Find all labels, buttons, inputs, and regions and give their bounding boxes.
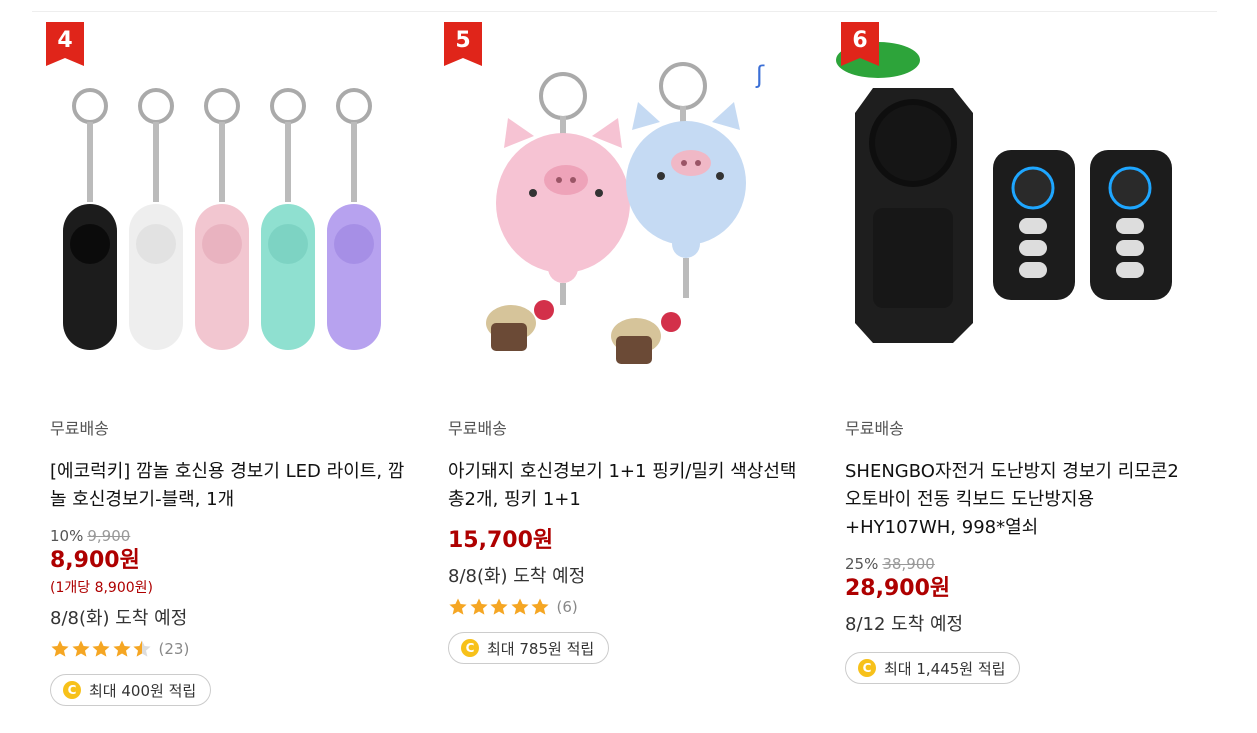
star-icon bbox=[71, 640, 90, 657]
coin-icon: C bbox=[858, 659, 876, 677]
product-image[interactable] bbox=[38, 18, 408, 388]
reward-text: 최대 785원 적립 bbox=[487, 639, 595, 658]
reward-text: 최대 1,445원 적립 bbox=[884, 659, 1006, 678]
rank-badge: 5 bbox=[444, 22, 482, 66]
star-icon bbox=[490, 598, 508, 615]
reward-badge: C 최대 400원 적립 bbox=[50, 674, 212, 706]
coin-icon: C bbox=[461, 639, 479, 657]
discount-rate: 10% bbox=[50, 527, 84, 545]
section-divider bbox=[32, 11, 1217, 12]
star-icon bbox=[510, 598, 529, 615]
product-title[interactable]: SHENGBO자전거 도난방지 경보기 리모콘2 오토바이 전동 킥보드 도난방… bbox=[845, 458, 1201, 542]
star-icon bbox=[133, 640, 151, 657]
original-price: 9,900 bbox=[87, 527, 131, 545]
product-info: 무료배송 [에코럭키] 깜놀 호신용 경보기 LED 라이트, 깜놀 호신경보기… bbox=[50, 418, 406, 706]
arrival-date: 8/8(화) 도착 예정 bbox=[448, 566, 586, 587]
product-card[interactable]: 5 ʃ 무료배송 아기돼지 호신경보기 1+1 핑키/밀키 색상선택 총2개, … bbox=[436, 18, 806, 733]
free-shipping-label: 무료배송 bbox=[448, 419, 507, 438]
product-info: 무료배송 SHENGBO자전거 도난방지 경보기 리모콘2 오토바이 전동 킥보… bbox=[845, 418, 1201, 684]
original-price-row: 25% 38,900 bbox=[845, 554, 1201, 574]
star-rating bbox=[50, 639, 153, 659]
product-card[interactable]: 4 무료배송 [에코럭키] 깜놀 호신용 경보기 LED 라이트, 깜놀 호신경… bbox=[38, 18, 408, 733]
reward-badge: C 최대 785원 적립 bbox=[448, 632, 610, 664]
unit-price: (1개당 8,900원) bbox=[50, 580, 154, 596]
bike-alarm-illustration bbox=[836, 42, 1172, 343]
product-info: 무료배송 아기돼지 호신경보기 1+1 핑키/밀키 색상선택 총2개, 핑키 1… bbox=[448, 418, 804, 664]
rating-row: (23) bbox=[50, 638, 406, 660]
keychain-alarms-illustration bbox=[63, 88, 381, 350]
star-icon bbox=[531, 598, 549, 615]
product-card[interactable]: 6 무료배송 SHENGBO자전거 도난방지 경보기 리모콘2 오토바이 전동 … bbox=[833, 18, 1203, 733]
discount-rate: 25% bbox=[845, 555, 879, 573]
original-price-row: 10% 9,900 bbox=[50, 526, 406, 546]
arrival-date: 8/12 도착 예정 bbox=[845, 614, 964, 635]
product-title[interactable]: 아기돼지 호신경보기 1+1 핑키/밀키 색상선택 총2개, 핑키 1+1 bbox=[448, 458, 804, 514]
star-icon bbox=[449, 598, 467, 615]
rank-badge: 4 bbox=[46, 22, 84, 66]
reward-text: 최대 400원 적립 bbox=[89, 681, 197, 700]
rating-row: (6) bbox=[448, 596, 804, 618]
svg-text:ʃ: ʃ bbox=[755, 61, 765, 89]
review-count: (23) bbox=[158, 640, 190, 658]
coin-icon: C bbox=[63, 681, 81, 699]
star-icon bbox=[112, 640, 131, 657]
reward-badge: C 최대 1,445원 적립 bbox=[845, 652, 1021, 684]
product-title[interactable]: [에코럭키] 깜놀 호신용 경보기 LED 라이트, 깜놀 호신경보기-블랙, … bbox=[50, 458, 406, 514]
star-icon bbox=[469, 598, 488, 615]
pig-alarms-illustration: ʃ bbox=[486, 61, 765, 364]
product-image[interactable] bbox=[833, 18, 1203, 388]
arrival-date: 8/8(화) 도착 예정 bbox=[50, 608, 188, 629]
sale-price: 28,900원 bbox=[845, 576, 951, 601]
star-icon bbox=[51, 640, 69, 657]
star-icon bbox=[92, 640, 110, 657]
product-image[interactable]: ʃ bbox=[436, 18, 806, 388]
free-shipping-label: 무료배송 bbox=[845, 419, 904, 438]
rank-badge: 6 bbox=[841, 22, 879, 66]
sale-price: 15,700원 bbox=[448, 528, 554, 553]
original-price: 38,900 bbox=[882, 555, 935, 573]
review-count: (6) bbox=[556, 598, 578, 616]
sale-price: 8,900원 bbox=[50, 548, 140, 573]
star-rating bbox=[448, 597, 551, 617]
free-shipping-label: 무료배송 bbox=[50, 419, 109, 438]
